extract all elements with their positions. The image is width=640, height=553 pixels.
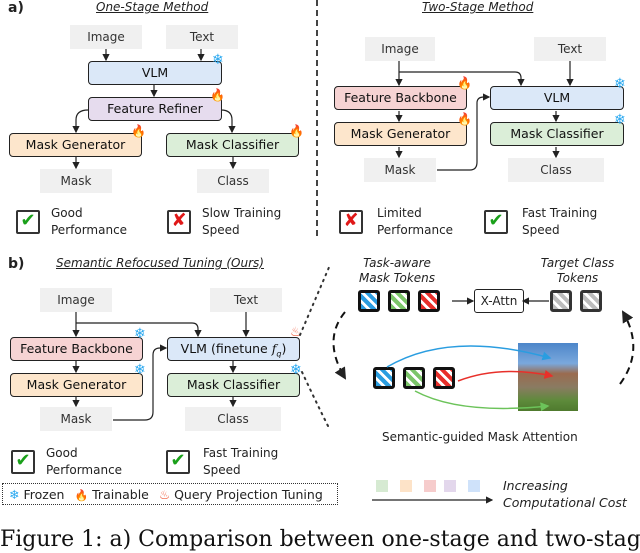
- zoom-line: [299, 264, 331, 336]
- loop-arrow: [332, 311, 347, 380]
- loop-arrow: [619, 310, 635, 385]
- red-attention-curve: [457, 370, 554, 382]
- arrow: [399, 71, 525, 87]
- arrow: [220, 109, 236, 134]
- connectors: [72, 49, 635, 504]
- arrow: [72, 109, 89, 134]
- green-attention-curve: [414, 390, 550, 412]
- blue-attention-curve: [386, 345, 552, 368]
- arrow: [437, 93, 491, 171]
- zoom-line: [301, 371, 331, 431]
- arrow: [113, 344, 168, 421]
- arrow: [76, 322, 202, 338]
